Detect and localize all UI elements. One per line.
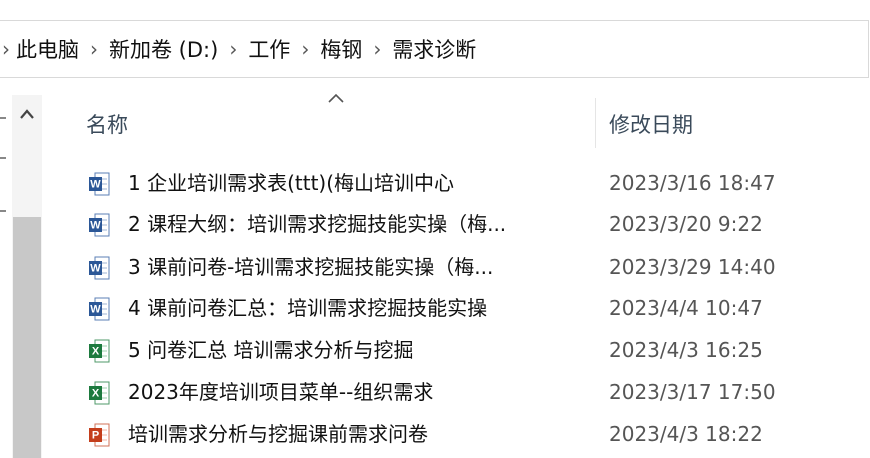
navigation-pane-edge <box>0 95 10 458</box>
file-name: 2023年度培训项目菜单--组织需求 <box>128 380 434 404</box>
file-row[interactable]: W 4 课前问卷汇总：培训需求挖掘技能实操 2023/4/4 10:47 <box>82 289 870 327</box>
chevron-right-icon[interactable]: › <box>229 39 237 59</box>
file-date-modified: 2023/4/3 16:25 <box>609 338 763 362</box>
file-date-modified: 2023/3/20 9:22 <box>609 212 763 236</box>
file-row[interactable]: W 1 企业培训需求表(ttt)(梅山培训中心 2023/3/16 18:47 <box>82 164 870 202</box>
chevron-right-icon[interactable]: › <box>373 39 381 59</box>
file-date-modified: 2023/3/29 14:40 <box>609 255 776 279</box>
excel-spreadsheet-icon: X <box>89 339 110 363</box>
breadcrumb-item-drive-d[interactable]: 新加卷 (D:) <box>109 34 218 64</box>
file-name: 2 课程大纲：培训需求挖掘技能实操（梅... <box>128 212 507 236</box>
svg-text:P: P <box>92 430 99 442</box>
word-document-icon: W <box>89 213 110 237</box>
file-date-modified: 2023/4/3 18:22 <box>609 422 763 446</box>
sort-ascending-icon <box>328 93 344 103</box>
nav-tick <box>0 117 6 119</box>
file-date-modified: 2023/3/16 18:47 <box>609 171 776 195</box>
file-name: 培训需求分析与挖掘课前需求问卷 <box>128 422 428 446</box>
breadcrumb-item-meigang[interactable]: 梅钢 <box>320 34 362 64</box>
file-row[interactable]: W 2 课程大纲：培训需求挖掘技能实操（梅... 2023/3/20 9:22 <box>82 205 870 243</box>
file-name: 3 课前问卷-培训需求挖掘技能实操（梅... <box>128 255 494 279</box>
svg-text:W: W <box>90 304 101 316</box>
breadcrumb: › 此电脑 › 新加卷 (D:) › 工作 › 梅钢 › 需求诊断 <box>0 21 476 77</box>
file-row[interactable]: X 5 问卷汇总 培训需求分析与挖掘 2023/4/3 16:25 <box>82 331 870 369</box>
powerpoint-presentation-icon: P <box>89 423 110 447</box>
column-header-date-modified[interactable]: 修改日期 <box>609 96 693 152</box>
chevron-right-icon[interactable]: › <box>90 39 98 59</box>
address-bar[interactable]: › 此电脑 › 新加卷 (D:) › 工作 › 梅钢 › 需求诊断 <box>0 20 869 78</box>
excel-spreadsheet-icon: X <box>89 381 110 405</box>
column-divider[interactable] <box>595 98 596 148</box>
word-document-icon: W <box>89 172 110 196</box>
nav-tick <box>0 210 6 212</box>
svg-text:X: X <box>92 346 100 358</box>
file-row[interactable]: W 3 课前问卷-培训需求挖掘技能实操（梅... 2023/3/29 14:40 <box>82 248 870 286</box>
word-document-icon: W <box>89 256 110 280</box>
file-name: 5 问卷汇总 培训需求分析与挖掘 <box>128 338 414 362</box>
breadcrumb-item-needs-diagnosis[interactable]: 需求诊断 <box>392 34 476 64</box>
column-header-name[interactable]: 名称 <box>86 96 128 152</box>
breadcrumb-item-work[interactable]: 工作 <box>248 34 290 64</box>
file-name: 4 课前问卷汇总：培训需求挖掘技能实操 <box>128 296 488 320</box>
svg-text:W: W <box>90 179 101 191</box>
caret-up-icon <box>20 109 34 119</box>
chevron-right-icon[interactable]: › <box>2 39 10 59</box>
scroll-thumb[interactable] <box>13 217 41 458</box>
window-top-strip <box>0 0 870 18</box>
nav-pane-scrollbar[interactable] <box>12 95 42 458</box>
svg-text:X: X <box>92 388 100 400</box>
svg-text:W: W <box>90 220 101 232</box>
word-document-icon: W <box>89 297 110 321</box>
nav-tick <box>0 157 6 159</box>
svg-text:W: W <box>90 263 101 275</box>
breadcrumb-item-this-pc[interactable]: 此电脑 <box>16 34 79 64</box>
file-date-modified: 2023/4/4 10:47 <box>609 296 763 320</box>
file-row[interactable]: P 培训需求分析与挖掘课前需求问卷 2023/4/3 18:22 <box>82 415 870 453</box>
chevron-right-icon[interactable]: › <box>301 39 309 59</box>
file-date-modified: 2023/3/17 17:50 <box>609 380 776 404</box>
scroll-up-button[interactable] <box>12 95 42 133</box>
file-name: 1 企业培训需求表(ttt)(梅山培训中心 <box>128 171 455 195</box>
file-row[interactable]: X 2023年度培训项目菜单--组织需求 2023/3/17 17:50 <box>82 373 870 411</box>
